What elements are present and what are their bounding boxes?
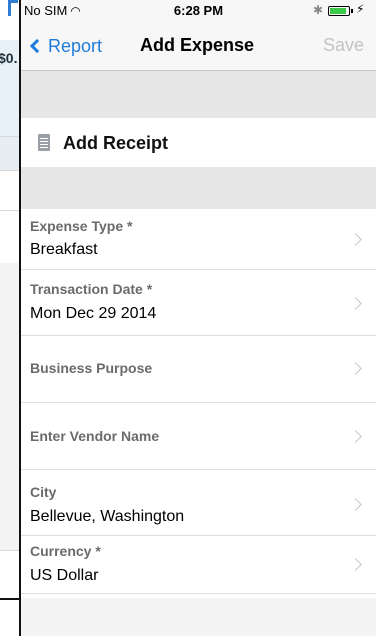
transaction-date-row[interactable]: Transaction Date * Mon Dec 29 2014 [21,270,376,336]
chevron-right-icon [349,362,362,375]
background-row [0,170,20,211]
field-value: Breakfast [30,241,98,258]
field-value: Mon Dec 29 2014 [30,305,157,322]
add-expense-screen: No SIM ◠ 6:28 PM ✱ ⚡ Report Add Expense S… [19,0,376,636]
background-row [0,598,20,637]
section-spacer [21,167,376,209]
expense-form: Expense Type * Breakfast Transaction Dat… [21,209,376,594]
vendor-name-row[interactable]: Enter Vendor Name [21,403,376,470]
chevron-right-icon [349,233,362,246]
section-spacer [21,71,376,118]
add-receipt-label: Add Receipt [63,133,169,153]
background-row [0,210,20,263]
background-accent [8,0,18,3]
receipt-icon [38,134,50,151]
add-receipt-button[interactable]: Add Receipt [21,118,376,167]
background-row [0,550,20,599]
battery-icon [328,6,350,16]
expense-type-row[interactable]: Expense Type * Breakfast [21,209,376,270]
save-button[interactable]: Save [323,35,364,56]
page-title: Add Expense [140,35,255,55]
field-value: Bellevue, Washington [30,508,185,525]
field-label: Enter Vendor Name [30,428,160,444]
back-button-label: Report [48,35,103,56]
field-label: Transaction Date * [30,281,153,297]
currency-row[interactable]: Currency * US Dollar [21,536,376,594]
battery-level [330,8,346,14]
chevron-right-icon [349,430,362,443]
background-divider [0,598,19,600]
charging-icon: ⚡ [356,2,365,16]
status-bar: No SIM ◠ 6:28 PM ✱ ⚡ [21,0,376,22]
bluetooth-icon: ✱ [313,3,324,17]
field-value: US Dollar [30,567,99,584]
chevron-right-icon [349,498,362,511]
chevron-right-icon [349,297,362,310]
battery-tip [351,9,353,13]
chevron-left-icon [29,38,45,54]
background-row [0,136,20,171]
back-button[interactable]: Report [26,33,102,59]
business-purpose-row[interactable]: Business Purpose [21,336,376,403]
field-label: City [30,484,57,500]
field-label: Business Purpose [30,360,153,376]
field-label: Expense Type * [30,218,133,234]
background-amount: $0. [0,50,18,66]
city-row[interactable]: City Bellevue, Washington [21,470,376,536]
bottom-area [21,598,376,636]
field-label: Currency * [30,543,101,559]
chevron-right-icon [349,558,362,571]
navigation-bar: Report Add Expense Save [21,22,376,71]
